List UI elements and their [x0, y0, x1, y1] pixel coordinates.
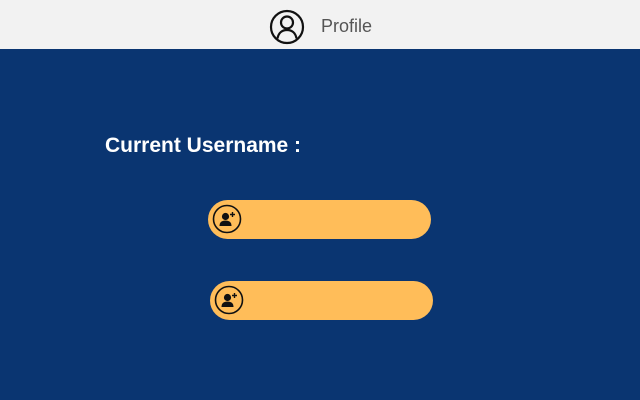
profile-title[interactable]: Profile: [321, 16, 372, 36]
current-username-label: Current Username :: [105, 134, 302, 157]
add-user-icon: [212, 204, 242, 234]
add-user-button-2[interactable]: [210, 281, 433, 320]
top-bar: Profile: [0, 0, 640, 49]
add-user-icon: [214, 285, 244, 315]
add-user-button-1[interactable]: [208, 200, 431, 239]
profile-circle-icon[interactable]: [269, 9, 305, 45]
